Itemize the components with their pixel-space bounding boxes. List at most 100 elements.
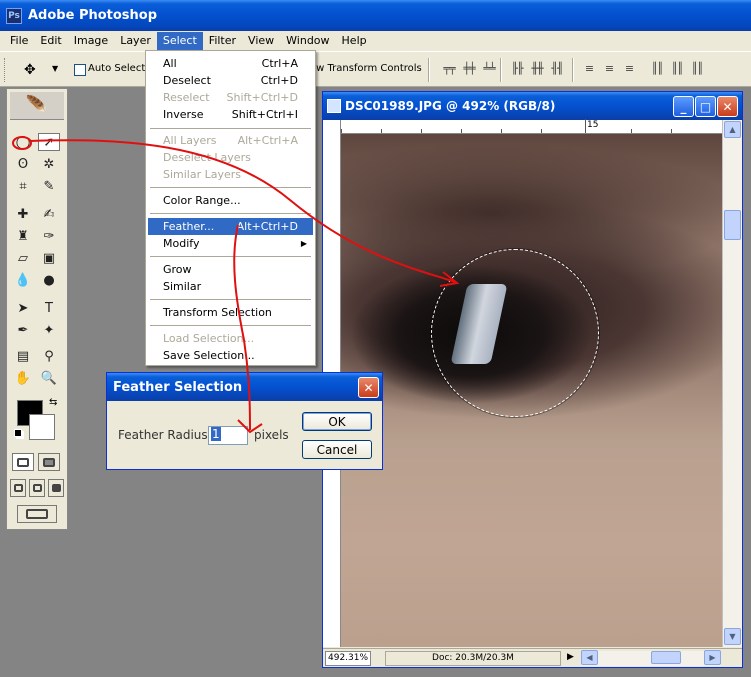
vertical-scroll-thumb[interactable]: [724, 210, 741, 240]
submenu-arrow-icon: ▶: [300, 239, 307, 248]
maximize-button[interactable]: □: [695, 96, 716, 117]
ruler-tick: [541, 129, 542, 133]
magic-wand-icon[interactable]: ✲: [38, 155, 60, 173]
vertical-scrollbar[interactable]: ▲ ▼: [722, 120, 742, 647]
app-title: Adobe Photoshop: [28, 8, 158, 23]
horizontal-scrollbar[interactable]: ◀ ▶: [581, 650, 721, 666]
slice-icon[interactable]: ✎: [38, 177, 60, 195]
feather-radius-input[interactable]: 1: [208, 426, 248, 445]
hand-icon[interactable]: ✋: [12, 369, 34, 387]
app-title-bar: Ps Adobe Photoshop: [0, 0, 751, 31]
feather-logo-icon[interactable]: 🪶: [10, 92, 64, 120]
align-bottom-icon[interactable]: ╧╧: [480, 62, 498, 78]
distribute-left-icon[interactable]: ║║: [648, 62, 666, 78]
cancel-button[interactable]: Cancel: [302, 440, 372, 459]
menu-item-all[interactable]: All Ctrl+A: [148, 55, 313, 72]
menu-view[interactable]: View: [242, 32, 280, 50]
document-window: DSC01989.JPG @ 492% (RGB/8) _ □ ✕ 15 ▲ ▼…: [322, 91, 743, 668]
align-right-icon[interactable]: ╢╢: [548, 62, 566, 78]
menu-item-load-selection[interactable]: Load Selection...: [148, 330, 313, 347]
gradient-icon[interactable]: ▣: [38, 249, 60, 267]
scroll-right-button[interactable]: ▶: [704, 650, 721, 665]
scroll-down-button[interactable]: ▼: [724, 628, 741, 645]
document-size-info[interactable]: Doc: 20.3M/20.3M: [385, 651, 561, 666]
menu-file[interactable]: File: [4, 32, 34, 50]
select-menu-dropdown: All Ctrl+A Deselect Ctrl+D Reselect Shift+C…: [145, 50, 316, 366]
type-tool-icon[interactable]: T: [38, 299, 60, 317]
image-canvas[interactable]: [341, 134, 722, 647]
eraser-icon[interactable]: ▱: [12, 249, 34, 267]
dialog-title-bar[interactable]: Feather Selection: [107, 373, 382, 401]
horizontal-scroll-thumb[interactable]: [651, 651, 681, 664]
minimize-button[interactable]: _: [673, 96, 694, 117]
eyedropper-icon[interactable]: ⚲: [38, 347, 60, 365]
align-top-icon[interactable]: ╤╤: [440, 62, 458, 78]
pen-icon[interactable]: ✒: [12, 321, 34, 339]
distribute-right-icon[interactable]: ║║: [688, 62, 706, 78]
distribute-vcenter-icon[interactable]: ≡: [600, 62, 618, 78]
crop-icon[interactable]: ⌗: [12, 177, 34, 195]
default-colors-icon[interactable]: [14, 429, 22, 437]
elliptical-marquee-icon[interactable]: ◯: [12, 133, 34, 151]
menu-edit[interactable]: Edit: [34, 32, 67, 50]
jump-to-imageready-icon[interactable]: [17, 505, 57, 523]
status-menu-arrow-icon[interactable]: ▶: [567, 652, 574, 662]
menu-item-transform-selection[interactable]: Transform Selection: [148, 304, 313, 321]
auto-select-checkbox[interactable]: [74, 64, 86, 76]
lasso-icon[interactable]: ʘ: [12, 155, 34, 173]
menu-item-modify[interactable]: Modify ▶: [148, 235, 313, 252]
background-color-swatch[interactable]: [29, 414, 55, 440]
chevron-down-icon[interactable]: ▼: [52, 64, 58, 73]
close-button[interactable]: ✕: [717, 96, 738, 117]
menu-item-inverse[interactable]: Inverse Shift+Ctrl+I: [148, 106, 313, 123]
menu-item-deselect-layers[interactable]: Deselect Layers: [148, 149, 313, 166]
blur-icon[interactable]: 💧: [12, 271, 34, 289]
menu-item-color-range[interactable]: Color Range...: [148, 192, 313, 209]
options-grip[interactable]: [4, 58, 7, 82]
menu-item-reselect[interactable]: Reselect Shift+Ctrl+D: [148, 89, 313, 106]
align-vcenter-icon[interactable]: ╪╪: [460, 62, 478, 78]
menu-item-similar-layers[interactable]: Similar Layers: [148, 166, 313, 183]
history-brush-icon[interactable]: ✑: [38, 227, 60, 245]
menu-window[interactable]: Window: [280, 32, 335, 50]
quick-mask-button[interactable]: [38, 453, 60, 471]
move-tool-icon[interactable]: ➚: [38, 133, 60, 151]
ok-button[interactable]: OK: [302, 412, 372, 431]
screen-mode-standard-icon[interactable]: [10, 479, 26, 497]
swap-colors-icon[interactable]: ⇆: [49, 397, 57, 408]
path-selection-icon[interactable]: ➤: [12, 299, 34, 317]
notes-icon[interactable]: ▤: [12, 347, 34, 365]
align-hcenter-icon[interactable]: ╫╫: [528, 62, 546, 78]
menu-item-similar[interactable]: Similar: [148, 278, 313, 295]
distribute-hcenter-icon[interactable]: ║║: [668, 62, 686, 78]
distribute-bottom-icon[interactable]: ≡: [620, 62, 638, 78]
menu-layer[interactable]: Layer: [114, 32, 157, 50]
clone-stamp-icon[interactable]: ♜: [12, 227, 34, 245]
distribute-top-icon[interactable]: ≡: [580, 62, 598, 78]
standard-mode-button[interactable]: [12, 453, 34, 471]
menu-item-all-layers[interactable]: All Layers Alt+Ctrl+A: [148, 132, 313, 149]
screen-mode-full-icon[interactable]: [48, 479, 64, 497]
move-tool-icon[interactable]: ✥: [24, 62, 36, 78]
menu-help[interactable]: Help: [336, 32, 373, 50]
menu-item-feather[interactable]: Feather... Alt+Ctrl+D: [148, 218, 313, 235]
menu-separator: [150, 213, 311, 214]
menu-item-save-selection[interactable]: Save Selection...: [148, 347, 313, 364]
menu-filter[interactable]: Filter: [203, 32, 242, 50]
dialog-close-button[interactable]: ✕: [358, 377, 379, 398]
menu-select[interactable]: Select: [156, 32, 203, 50]
zoom-level-field[interactable]: 492.31%: [325, 651, 371, 666]
dodge-icon[interactable]: ●: [38, 271, 60, 289]
custom-shape-icon[interactable]: ✦: [38, 321, 60, 339]
menu-item-grow[interactable]: Grow: [148, 261, 313, 278]
ruler-tick: [501, 129, 502, 133]
brush-icon[interactable]: ✍: [38, 205, 60, 223]
scroll-up-button[interactable]: ▲: [724, 121, 741, 138]
menu-item-deselect[interactable]: Deselect Ctrl+D: [148, 72, 313, 89]
screen-mode-menu-icon[interactable]: [29, 479, 45, 497]
scroll-left-button[interactable]: ◀: [581, 650, 598, 665]
healing-brush-icon[interactable]: ✚: [12, 205, 34, 223]
menu-image[interactable]: Image: [68, 32, 114, 50]
zoom-icon[interactable]: 🔍: [38, 369, 60, 387]
align-left-icon[interactable]: ╟╟: [508, 62, 526, 78]
